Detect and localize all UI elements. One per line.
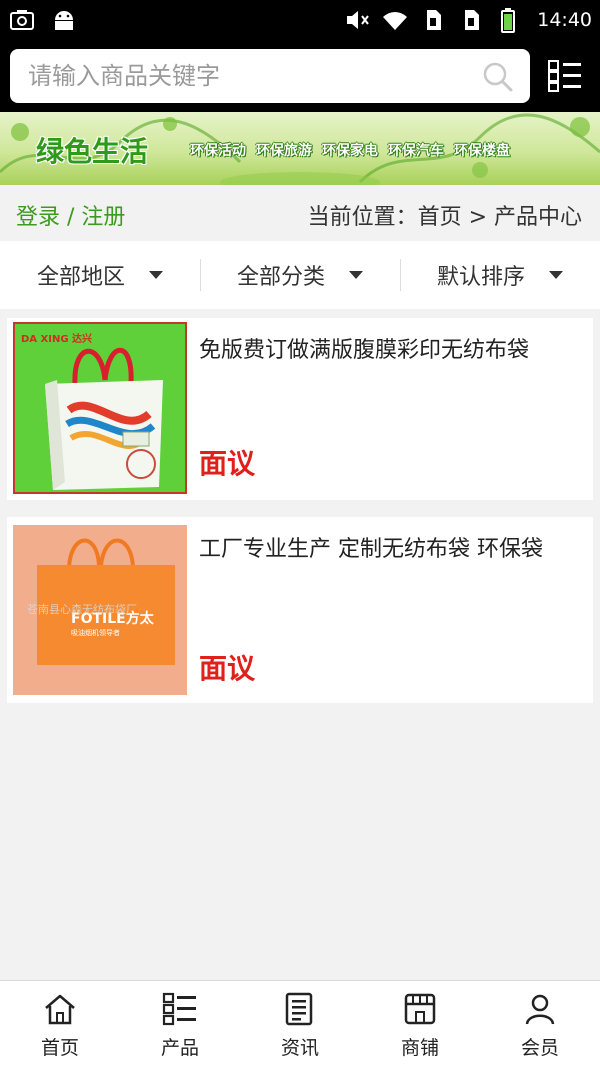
promo-banner[interactable]: 绿色生活 环保活动 环保旅游 环保家电 环保汽车 环保楼盘: [0, 112, 600, 185]
product-image[interactable]: DA XING 达兴: [13, 322, 187, 494]
product-item[interactable]: DA XING 达兴 免版费订做满版腹膜彩印无纺布袋 面议: [7, 318, 593, 500]
product-price: 面议: [199, 652, 256, 685]
caret-down-icon: [549, 271, 563, 279]
member-icon: [525, 994, 555, 1025]
tab-label: 商铺: [400, 1037, 439, 1059]
home-icon: [45, 994, 75, 1025]
login-register-link[interactable]: 登录 / 注册: [16, 199, 125, 231]
product-title[interactable]: 免版费订做满版腹膜彩印无纺布袋: [199, 332, 569, 364]
search-input[interactable]: [28, 49, 468, 103]
image-brand-sub: 吸油烟机领导者: [71, 628, 120, 637]
banner-tag: 环保旅游: [256, 143, 312, 159]
banner-title: 绿色生活: [36, 135, 149, 168]
filter-sort[interactable]: 默认排序: [400, 241, 600, 309]
banner-tag: 环保家电: [322, 143, 378, 159]
menu-icon[interactable]: [548, 59, 582, 93]
filter-label: 默认排序: [436, 265, 525, 290]
tab-label: 产品: [160, 1037, 199, 1059]
news-icon: [285, 992, 313, 1026]
banner-tag: 环保汽车: [388, 143, 444, 159]
image-watermark: 苍南县心森无纺布袋厂: [27, 602, 137, 616]
image-brand: DA XING 达兴: [21, 332, 92, 345]
sim2-icon: [465, 10, 480, 30]
filter-region[interactable]: 全部地区: [0, 241, 200, 309]
clock: 14:40: [537, 9, 592, 31]
product-title[interactable]: 工厂专业生产 定制无纺布袋 环保袋: [199, 531, 569, 563]
status-bar: 14:40: [0, 0, 600, 40]
search-box[interactable]: [10, 49, 530, 103]
product-price: 面议: [199, 447, 256, 480]
wifi-icon: [383, 12, 408, 30]
search-bar: [0, 40, 600, 112]
filter-label: 全部分类: [236, 265, 325, 290]
sim1-icon: [427, 10, 442, 30]
tab-news[interactable]: 资讯: [240, 981, 360, 1067]
filter-category[interactable]: 全部分类: [200, 241, 400, 309]
screenshot-icon: [10, 10, 34, 30]
tab-member[interactable]: 会员: [480, 981, 600, 1067]
banner-tag: 环保活动: [190, 143, 246, 159]
tab-label: 会员: [520, 1037, 559, 1059]
product-image[interactable]: FOTILE方太 吸油烟机领导者 苍南县心森无纺布袋厂: [13, 525, 187, 695]
android-icon: [55, 11, 73, 30]
bottom-tab-bar: 首页 产品 资讯 商铺 会员: [0, 980, 600, 1067]
caret-down-icon: [149, 271, 163, 279]
filter-bar: 全部地区 全部分类 默认排序: [0, 241, 600, 309]
product-list-icon: [162, 992, 196, 1026]
tab-label: 资讯: [280, 1037, 319, 1059]
search-icon[interactable]: [482, 61, 514, 93]
breadcrumb-bar: 登录 / 注册 当前位置：首页 > 产品中心: [0, 185, 600, 241]
battery-icon: [501, 8, 516, 33]
store-icon: [404, 993, 436, 1025]
tab-label: 首页: [40, 1037, 79, 1059]
product-item[interactable]: FOTILE方太 吸油烟机领导者 苍南县心森无纺布袋厂 工厂专业生产 定制无纺布…: [7, 517, 593, 703]
banner-tag: 环保楼盘: [454, 143, 510, 159]
tab-home[interactable]: 首页: [0, 981, 120, 1067]
breadcrumb: 当前位置：首页 > 产品中心: [307, 205, 582, 230]
tab-store[interactable]: 商铺: [360, 981, 480, 1067]
banner-tags: 环保活动 环保旅游 环保家电 环保汽车 环保楼盘: [190, 140, 510, 160]
mute-icon: [347, 11, 370, 29]
caret-down-icon: [349, 271, 363, 279]
filter-label: 全部地区: [36, 265, 125, 290]
tab-products[interactable]: 产品: [120, 981, 240, 1067]
